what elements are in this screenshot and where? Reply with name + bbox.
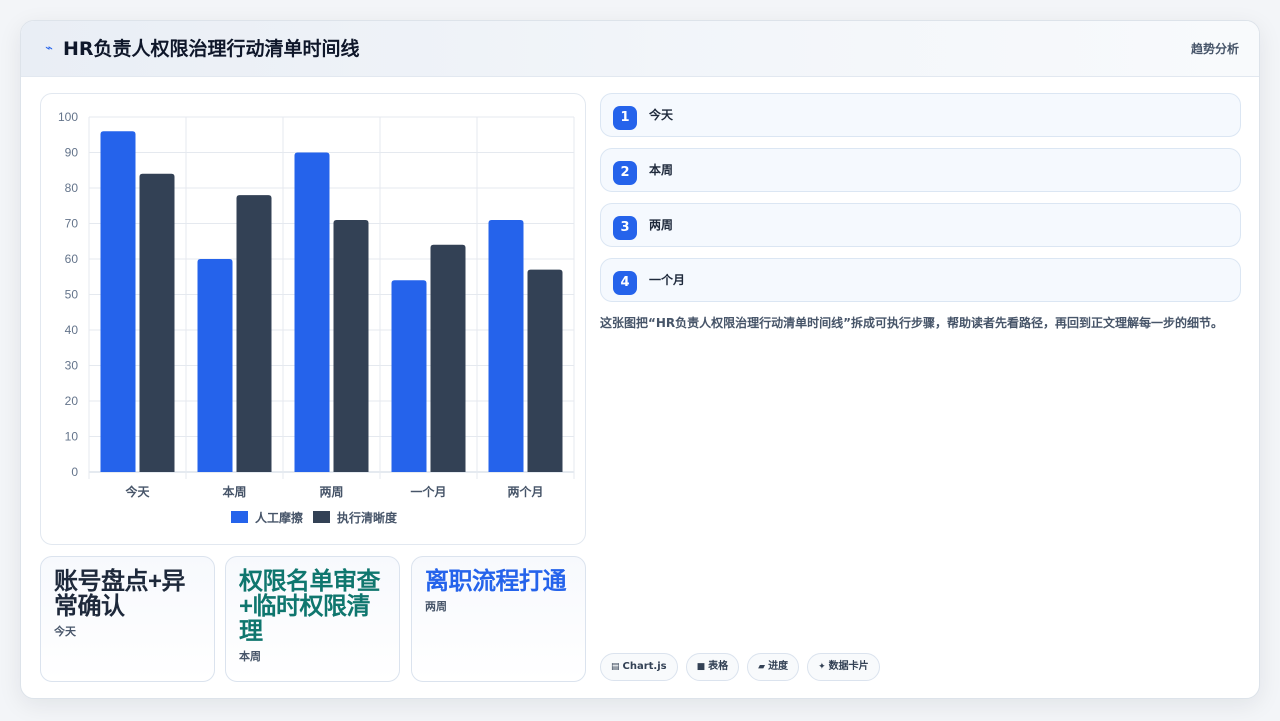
legend-swatch [231,511,248,523]
tag-label: 数据卡片 [828,661,869,672]
bar-series-2 [527,269,563,472]
stat-card-subtitle: 今天 [54,625,76,638]
chart-icon: ▤ [611,662,620,672]
stat-card-subtitle: 两周 [425,600,447,613]
y-tick-label: 100 [58,110,78,124]
tag-label: 进度 [768,661,789,672]
stat-card-title: 账号盘点+异常确认 [54,568,186,620]
step-label: 今天 [649,108,674,122]
stat-card-subtitle: 本周 [239,650,261,663]
step-label: 一个月 [649,273,686,287]
trend-analysis-link[interactable]: 趋势分析 [1191,40,1239,58]
step-number-badge: 2 [613,161,637,185]
x-tick-label: 今天 [124,484,150,499]
stat-card-3: 离职流程打通 两周 [411,556,586,682]
tag-table[interactable]: ■ 表格 [685,653,740,681]
progress-icon: ▰ [758,662,766,672]
bar-series-2 [333,219,369,472]
dashboard-card: ⌁ HR负责人权限治理行动清单时间线 趋势分析 0 10 20 30 40 50 60 70 8… [20,20,1260,699]
bar-chart-panel: 0 10 20 30 40 50 60 70 80 90 100 今天 本周 两周 一个月 两个月人工摩擦 执行… [40,93,586,545]
page-title: HR负责人权限治理行动清单时间线 [63,38,360,60]
bar-series-1 [488,219,524,472]
y-tick-label: 10 [65,430,79,444]
bar-series-2 [430,244,466,472]
y-tick-label: 0 [71,465,78,479]
step-number-badge: 1 [613,106,637,130]
tag-progress[interactable]: ▰ 进度 [747,653,800,681]
x-tick-label: 一个月 [410,484,446,499]
chart-description: 这张图把“HR负责人权限治理行动清单时间线”拆成可执行步骤，帮助读者先看路径，再… [600,316,1224,330]
step-number-badge: 3 [613,216,637,240]
x-tick-label: 本周 [222,484,246,499]
step-item-2[interactable]: 2 本周 [600,148,1241,192]
legend-swatch [313,511,330,523]
tag-label: Chart.js [622,661,667,672]
y-tick-label: 70 [65,217,79,231]
y-tick-label: 30 [65,359,79,373]
y-tick-label: 60 [65,252,79,266]
trend-icon: ⌁ [45,41,53,56]
tag-label: 表格 [708,661,729,672]
bar-chart: 0 10 20 30 40 50 60 70 80 90 100 今天 本周 两周 一个月 两个月人工摩擦 执行… [58,110,575,525]
card-header: ⌁ HR负责人权限治理行动清单时间线 趋势分析 [21,21,1259,77]
y-tick-label: 50 [65,288,79,302]
step-item-4[interactable]: 4 一个月 [600,258,1241,302]
stat-card-1: 账号盘点+异常确认 今天 [40,556,215,682]
tag-data-cards[interactable]: ✦ 数据卡片 [807,653,880,681]
tag-row: ▤ Chart.js ■ 表格 ▰ 进度 ✦ 数据卡片 [600,653,888,681]
stat-card-title: 离职流程打通 [425,568,567,595]
bar-series-1 [197,259,233,472]
stat-card-2: 权限名单审查+临时权限清理 本周 [225,556,400,682]
x-tick-label: 两个月 [507,484,543,499]
bar-series-2 [236,195,272,472]
y-tick-label: 20 [65,394,79,408]
bar-series-1 [391,280,427,472]
legend-label: 执行清晰度 [337,510,398,525]
stat-card-title: 权限名单审查+临时权限清理 [239,568,381,645]
step-item-1[interactable]: 1 今天 [600,93,1241,137]
y-tick-label: 90 [65,146,79,160]
step-label: 本周 [649,163,674,177]
table-icon: ■ [696,662,706,672]
step-number-badge: 4 [613,271,637,295]
tag-chartjs[interactable]: ▤ Chart.js [600,653,678,681]
bar-series-2 [139,173,175,473]
step-item-3[interactable]: 3 两周 [600,203,1241,247]
bar-series-1 [100,131,136,472]
step-label: 两周 [649,218,674,232]
step-list: 1 今天 2 本周 3 两周 4 一个月 [600,93,1241,313]
x-tick-label: 两周 [319,485,343,499]
bar-series-1 [294,152,330,472]
y-tick-label: 80 [65,181,79,195]
y-tick-label: 40 [65,323,79,337]
sparkle-icon: ✦ [818,662,826,672]
legend-label: 人工摩擦 [255,510,303,525]
